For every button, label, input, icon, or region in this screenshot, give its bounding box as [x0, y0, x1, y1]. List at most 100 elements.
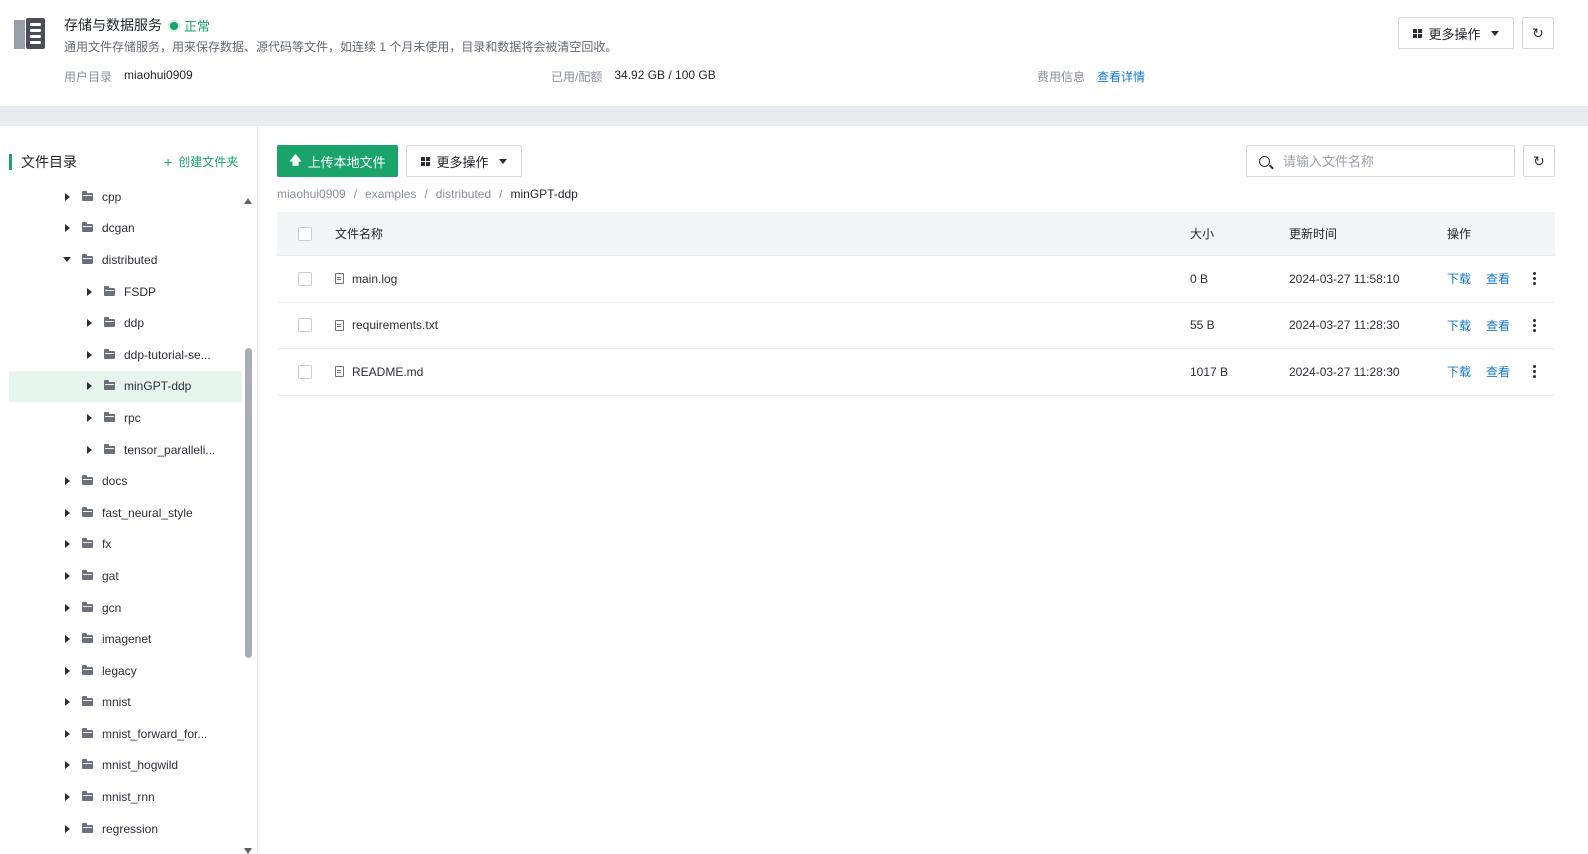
tree-item-gcn[interactable]: gcn — [9, 592, 242, 624]
tree-item-mnist-rnn[interactable]: mnist_rnn — [9, 781, 242, 813]
expand-arrow-icon[interactable] — [84, 413, 94, 422]
file-name[interactable]: main.log — [352, 272, 397, 286]
expand-arrow-icon[interactable] — [62, 793, 72, 802]
expand-arrow-icon[interactable] — [62, 761, 72, 770]
header-more-actions-button[interactable]: 更多操作 — [1398, 17, 1514, 49]
tree-item-minGPT-ddp[interactable]: minGPT-ddp — [9, 370, 242, 403]
expand-arrow-icon[interactable] — [62, 635, 72, 644]
tree-item-rpc[interactable]: rpc — [9, 402, 242, 434]
tree-item-fx[interactable]: fx — [9, 529, 242, 561]
more-vertical-icon[interactable] — [1533, 318, 1537, 332]
file-name[interactable]: README.md — [352, 365, 423, 379]
scroll-up-arrow-icon[interactable] — [244, 198, 252, 204]
status-badge: 正常 — [170, 16, 210, 35]
main-more-actions-button[interactable]: 更多操作 — [406, 145, 522, 177]
view-link[interactable]: 查看 — [1486, 270, 1510, 287]
folder-icon — [104, 411, 115, 422]
more-vertical-icon[interactable] — [1533, 272, 1537, 286]
expand-arrow-icon[interactable] — [62, 729, 72, 738]
create-folder-button[interactable]: + 创建文件夹 — [164, 153, 238, 170]
expand-arrow-icon[interactable] — [62, 477, 72, 486]
expand-arrow-icon[interactable] — [84, 287, 94, 296]
expand-arrow-icon[interactable] — [84, 350, 94, 359]
download-link[interactable]: 下载 — [1447, 363, 1471, 380]
header-time: 更新时间 — [1289, 227, 1338, 241]
expand-arrow-icon[interactable] — [62, 824, 72, 833]
tree-scrollbar[interactable] — [244, 198, 253, 854]
tree-item-label: minGPT-ddp — [124, 379, 192, 394]
file-name-cell: README.md — [335, 365, 1190, 379]
expand-arrow-icon[interactable] — [62, 571, 72, 580]
usage-label: 已用/配额 — [551, 70, 603, 84]
tree-item-fast-neural-style[interactable]: fast_neural_style — [9, 497, 242, 529]
breadcrumb-item[interactable]: miaohui0909 — [277, 187, 346, 201]
breadcrumb-separator: / — [424, 187, 428, 201]
breadcrumb: miaohui0909 / examples / distributed / minGPT-… — [277, 187, 578, 201]
upload-local-file-button[interactable]: 🡅 上传本地文件 — [277, 145, 398, 177]
file-search-input[interactable] — [1283, 153, 1503, 169]
tree-item-dcgan[interactable]: dcgan — [9, 213, 242, 245]
row-checkbox[interactable] — [298, 364, 312, 379]
tree-item-label: ddp-tutorial-se... — [124, 347, 211, 362]
expand-arrow-icon[interactable] — [84, 382, 94, 391]
folder-icon — [104, 285, 115, 296]
table-row: main.log 0 B 2024-03-27 11:58:10 下载 查看 — [277, 256, 1555, 303]
file-name-cell: main.log — [335, 272, 1190, 286]
tree-item-tensor-paralleli[interactable]: tensor_paralleli... — [9, 434, 242, 466]
expand-arrow-icon[interactable] — [84, 319, 94, 328]
more-vertical-icon[interactable] — [1533, 365, 1537, 379]
collapse-arrow-icon[interactable] — [62, 257, 72, 263]
expand-arrow-icon[interactable] — [62, 224, 72, 233]
tree-item-mnist[interactable]: mnist — [9, 687, 242, 719]
header-ops: 操作 — [1447, 227, 1472, 241]
tree-item-ddp-tutorial-se[interactable]: ddp-tutorial-se... — [9, 339, 242, 371]
fee-details-link[interactable]: 查看详情 — [1097, 68, 1145, 85]
view-link[interactable]: 查看 — [1486, 363, 1510, 380]
tree-item-docs[interactable]: docs — [9, 465, 242, 497]
header-more-actions-label: 更多操作 — [1428, 26, 1481, 42]
expand-arrow-icon[interactable] — [62, 603, 72, 612]
expand-arrow-icon[interactable] — [62, 540, 72, 549]
file-icon — [335, 366, 344, 378]
fee-label: 费用信息 — [1037, 70, 1086, 84]
row-select-cell — [277, 271, 335, 286]
file-name[interactable]: requirements.txt — [352, 318, 438, 332]
download-link[interactable]: 下载 — [1447, 317, 1471, 334]
tree-item-cpp[interactable]: cpp — [9, 181, 242, 213]
folder-icon — [104, 443, 115, 454]
tree-item-distributed[interactable]: distributed — [9, 244, 242, 276]
tree-item-label: mnist_hogwild — [102, 758, 179, 773]
view-link[interactable]: 查看 — [1486, 317, 1510, 334]
expand-arrow-icon[interactable] — [62, 666, 72, 675]
expand-arrow-icon[interactable] — [62, 192, 72, 201]
download-link[interactable]: 下载 — [1447, 270, 1471, 287]
tree-item-FSDP[interactable]: FSDP — [9, 276, 242, 308]
expand-arrow-icon[interactable] — [62, 508, 72, 517]
header-refresh-button[interactable]: ↻ — [1522, 17, 1554, 49]
tree-item-imagenet[interactable]: imagenet — [9, 623, 242, 655]
folder-icon — [82, 791, 93, 802]
breadcrumb-item[interactable]: distributed — [436, 187, 491, 201]
scroll-down-arrow-icon[interactable] — [244, 848, 252, 854]
tree-item-label: gcn — [102, 600, 122, 615]
file-search-box[interactable] — [1246, 145, 1515, 177]
tree-item-label: mnist_rnn — [102, 790, 155, 805]
tree-item-legacy[interactable]: legacy — [9, 655, 242, 687]
tree-item-regression[interactable]: regression — [9, 813, 242, 845]
breadcrumb-item[interactable]: examples — [365, 187, 416, 201]
table-row: README.md 1017 B 2024-03-27 11:28:30 下载 查看 — [277, 349, 1555, 396]
file-ops-cell: 下载 查看 — [1447, 317, 1555, 334]
row-checkbox[interactable] — [298, 271, 312, 286]
main-refresh-button[interactable]: ↻ — [1523, 145, 1555, 177]
tree-item-ddp[interactable]: ddp — [9, 307, 242, 339]
service-title: 存储与数据服务 — [64, 17, 162, 33]
grid-icon — [421, 156, 431, 166]
select-all-checkbox[interactable] — [298, 226, 312, 241]
tree-item-mnist-hogwild[interactable]: mnist_hogwild — [9, 750, 242, 782]
tree-item-gat[interactable]: gat — [9, 560, 242, 592]
row-checkbox[interactable] — [298, 318, 312, 333]
tree-item-mnist-forward-for[interactable]: mnist_forward_for... — [9, 718, 242, 750]
expand-arrow-icon[interactable] — [62, 698, 72, 707]
scrollbar-thumb[interactable] — [245, 348, 252, 658]
expand-arrow-icon[interactable] — [84, 445, 94, 454]
